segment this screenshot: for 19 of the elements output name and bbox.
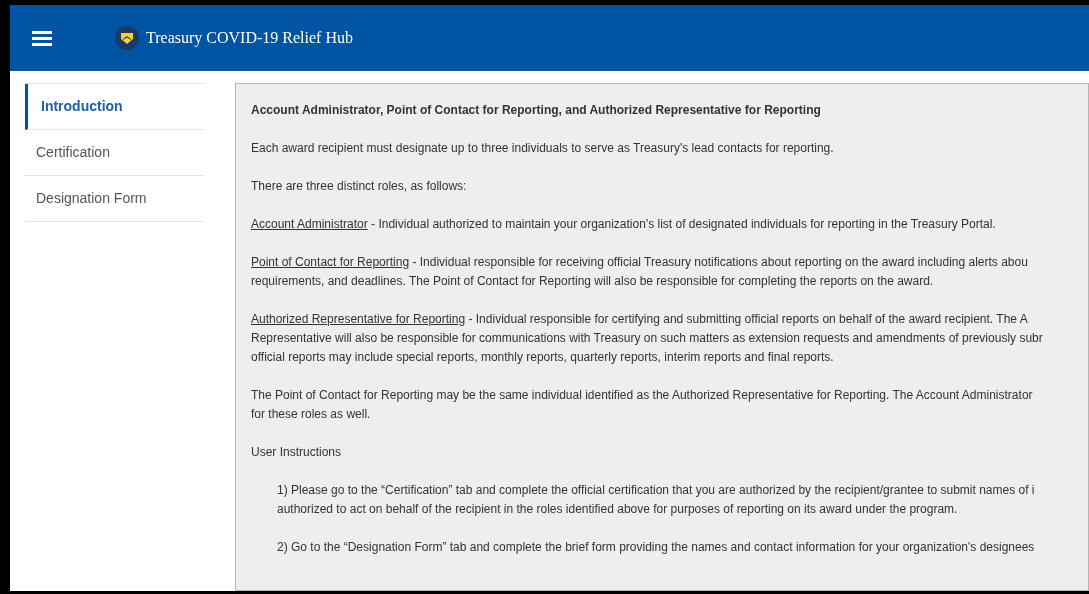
role-description: Authorized Representative for Reporting - Individual responsible for certifying and submitting official reports on behalf of the award recipient. The A Representative will also be responsible for communications with Treasury on such matters as extension requests and amendments of previously subr official reports may include special reports, monthly reports, quarterly reports, interim reports and final reports. xyxy=(251,311,1043,366)
paragraph: There are three distinct roles, as follows: xyxy=(251,178,467,195)
sidebar-tab[interactable]: Introduction xyxy=(25,84,204,130)
paragraph: The Point of Contact for Reporting may be the same individual identified as the Authorized Representative for Reporting. The Account Administrator for these roles as well. xyxy=(251,387,1033,423)
sidebar-tab[interactable]: Certification xyxy=(25,130,204,176)
sidebar-tab[interactable]: Designation Form xyxy=(25,176,204,222)
instruction-step: 2) Go to the “Designation Form” tab and complete the brief form providing the names and contact information for your organization's designees xyxy=(277,538,1035,557)
paragraph: Each award recipient must designate up to three individuals to serve as Treasury's lead contacts for reporting. xyxy=(251,140,834,157)
role-description: Point of Contact for Reporting - Individual responsible for receiving official Treasury notifications about reporting on the award including alerts abou requirements, and deadlines. The Point of Contact for Reporting will also be responsible for completing the reports on the award. xyxy=(251,254,1028,290)
role-link[interactable]: Point of Contact for Reporting xyxy=(251,255,410,269)
menu-icon[interactable] xyxy=(32,30,52,46)
paragraph: User Instructions xyxy=(251,444,342,461)
section-heading: Account Administrator, Point of Contact for Reporting, and Authorized Representative for Reporting xyxy=(251,102,821,119)
shield-logo-icon xyxy=(115,26,139,50)
role-link[interactable]: Account Administrator xyxy=(251,217,368,231)
instruction-step: 1) Please go to the “Certification” tab and complete the official certification that you are authorized by the recipient/grantee to submit names of i authorized to act on behalf of the recipient in the roles identified above for purposes of reporting on its award under the program. xyxy=(277,481,1035,519)
app-title: Treasury COVID-19 Relief Hub xyxy=(146,28,353,49)
role-link[interactable]: Authorized Representative for Reporting xyxy=(251,312,466,326)
role-description: Account Administrator - Individual authorized to maintain your organization's list of designated individuals for reporting in the Treasury Portal. xyxy=(251,216,996,233)
